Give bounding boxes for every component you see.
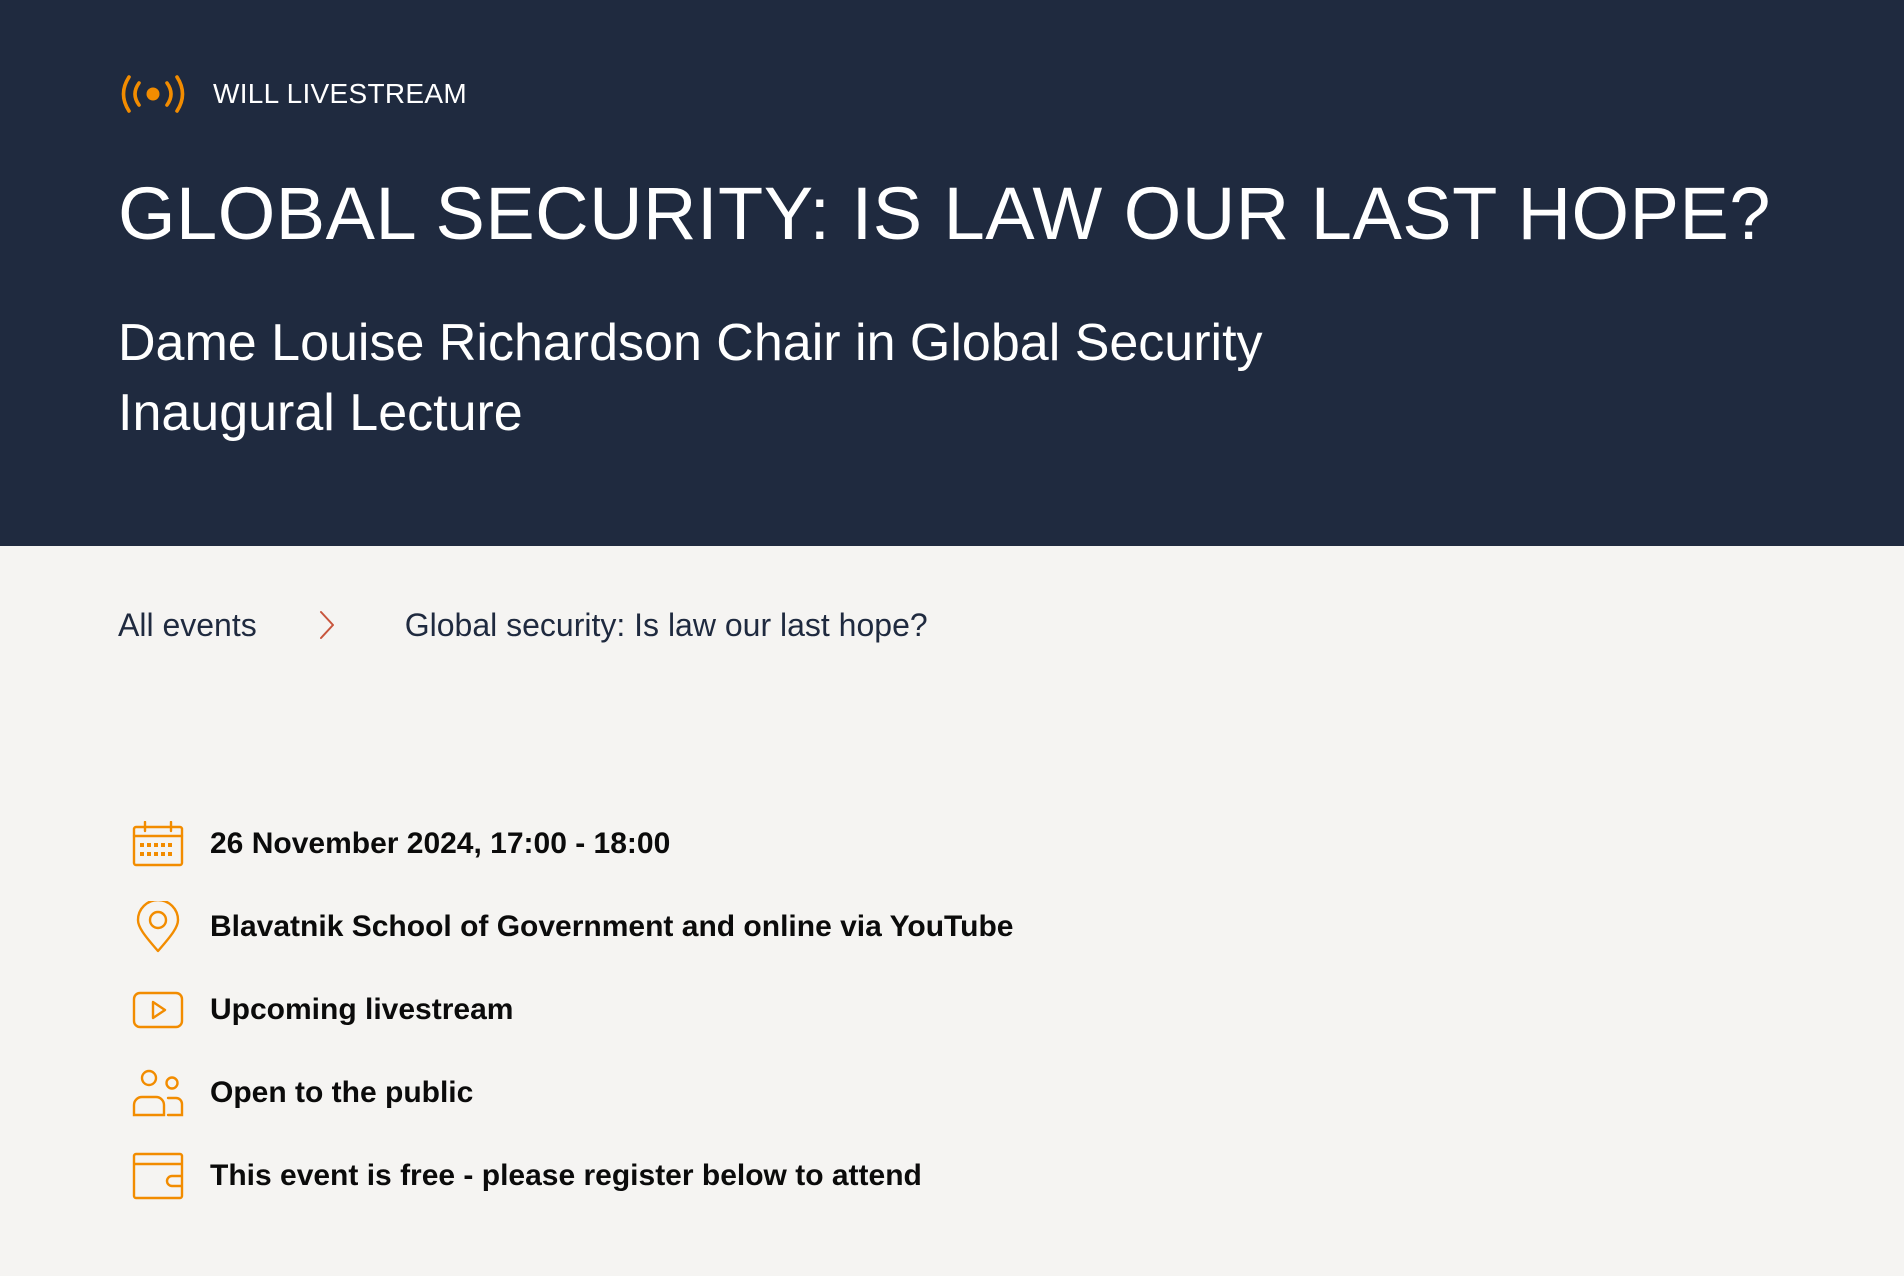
location-pin-icon	[132, 900, 186, 954]
video-play-icon	[132, 983, 186, 1037]
calendar-icon	[132, 817, 186, 871]
event-location-text: Blavatnik School of Government and onlin…	[210, 910, 1014, 943]
wallet-icon	[132, 1149, 186, 1203]
event-title: GLOBAL SECURITY: IS LAW OUR LAST HOPE?	[118, 172, 1771, 255]
livestream-label: WILL LIVESTREAM	[213, 78, 467, 109]
event-livestream-text: Upcoming livestream	[210, 993, 514, 1026]
event-details-list: 26 November 2024, 17:00 - 18:00 Blavatni…	[132, 816, 1013, 1231]
chevron-right-icon	[319, 611, 334, 639]
event-hero: WILL LIVESTREAM GLOBAL SECURITY: IS LAW …	[0, 0, 1904, 546]
event-audience-text: Open to the public	[210, 1076, 474, 1109]
people-icon	[132, 1066, 186, 1120]
event-subtitle-line-2: Inaugural Lecture	[118, 384, 523, 442]
event-detail-location: Blavatnik School of Government and onlin…	[132, 899, 1013, 955]
event-date-text: 26 November 2024, 17:00 - 18:00	[210, 827, 671, 860]
livestream-badge: WILL LIVESTREAM	[117, 72, 467, 116]
event-detail-livestream: Upcoming livestream	[132, 982, 1013, 1038]
event-subtitle-line-1: Dame Louise Richardson Chair in Global S…	[118, 314, 1263, 372]
breadcrumb-all-events-link[interactable]: All events	[118, 607, 257, 644]
breadcrumb-current-page: Global security: Is law our last hope?	[404, 606, 928, 643]
event-detail-audience: Open to the public	[132, 1065, 1013, 1121]
livestream-broadcast-icon	[121, 75, 185, 113]
event-detail-price: This event is free - please register bel…	[132, 1148, 1013, 1204]
event-subtitle: Dame Louise Richardson Chair in Global S…	[118, 308, 1418, 448]
event-detail-date: 26 November 2024, 17:00 - 18:00	[132, 816, 1013, 872]
breadcrumb: All events Global security: Is law our l…	[118, 600, 928, 650]
event-price-text: This event is free - please register bel…	[210, 1159, 922, 1192]
